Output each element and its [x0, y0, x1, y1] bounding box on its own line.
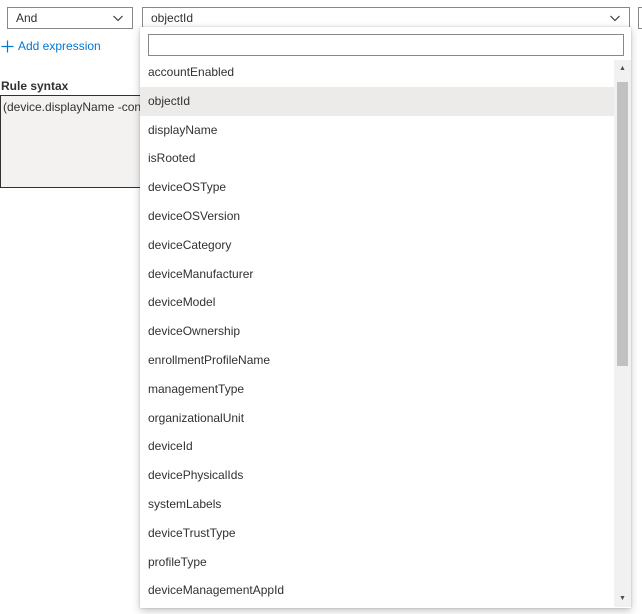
rule-syntax-text: (device.displayName -contains: [3, 100, 150, 114]
options-list: accountEnabled objectId displayName isRoote…: [140, 58, 614, 608]
dropdown-option[interactable]: deviceModel: [140, 288, 614, 317]
scrollbar[interactable]: ▲ ▼: [614, 60, 631, 607]
dropdown-option[interactable]: deviceTrustType: [140, 519, 614, 548]
plus-icon: [1, 40, 14, 52]
filter-input[interactable]: [148, 34, 624, 56]
and-or-select[interactable]: And: [7, 7, 133, 29]
dropdown-option[interactable]: devicePhysicalIds: [140, 461, 614, 490]
dropdown-option[interactable]: deviceId: [140, 432, 614, 461]
dropdown-option[interactable]: deviceOSType: [140, 173, 614, 202]
dropdown-option[interactable]: accountEnabled: [140, 58, 614, 87]
dropdown-option[interactable]: enrollmentProfileName: [140, 346, 614, 375]
dropdown-option[interactable]: deviceManufacturer: [140, 260, 614, 289]
and-or-value: And: [16, 11, 38, 25]
add-expression-button[interactable]: Add expression: [1, 39, 101, 53]
dropdown-option[interactable]: deviceCategory: [140, 231, 614, 260]
rule-syntax-label: Rule syntax: [1, 79, 69, 93]
property-dropdown: accountEnabled objectId displayName isRoote…: [140, 27, 631, 608]
rule-syntax-box[interactable]: (device.displayName -contains: [0, 95, 150, 188]
chevron-down-icon: [113, 15, 123, 22]
dropdown-option[interactable]: displayName: [140, 116, 614, 145]
scroll-down-icon[interactable]: ▼: [614, 590, 631, 607]
property-value: objectId: [151, 11, 194, 25]
chevron-down-icon: [610, 15, 620, 22]
dropdown-option[interactable]: deviceManagementAppId: [140, 576, 614, 605]
add-expression-label: Add expression: [18, 39, 101, 53]
scroll-up-icon[interactable]: ▲: [614, 60, 631, 77]
property-select[interactable]: objectId: [142, 7, 630, 29]
dropdown-option[interactable]: organizationalUnit: [140, 404, 614, 433]
dropdown-option[interactable]: deviceOwnership: [140, 317, 614, 346]
dropdown-option[interactable]: deviceOSVersion: [140, 202, 614, 231]
dropdown-option[interactable]: systemLabels: [140, 490, 614, 519]
operator-select[interactable]: [638, 7, 642, 29]
dropdown-option[interactable]: managementType: [140, 375, 614, 404]
dropdown-option[interactable]: isRooted: [140, 144, 614, 173]
scrollbar-thumb[interactable]: [617, 82, 628, 366]
rule-builder: And objectId Add expression Rule syntax …: [0, 0, 642, 614]
dropdown-option[interactable]: profileType: [140, 548, 614, 577]
dropdown-option[interactable]: objectId: [140, 86, 614, 116]
